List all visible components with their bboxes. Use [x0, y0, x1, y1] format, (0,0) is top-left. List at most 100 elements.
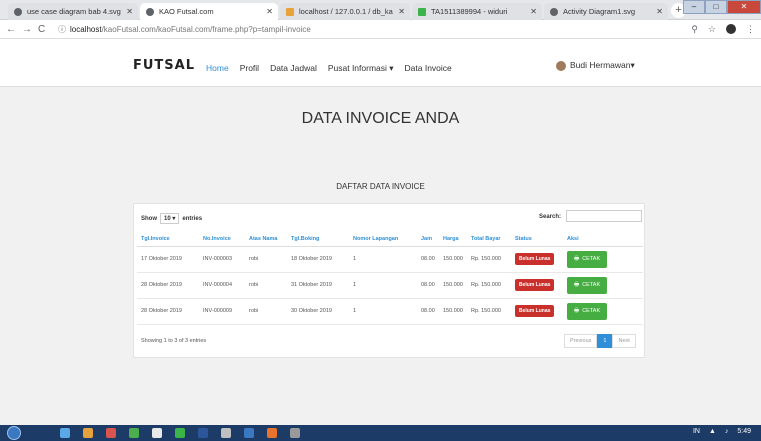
close-tab-icon[interactable]: ✕	[398, 7, 405, 16]
col-atas-nama[interactable]: Atas Nama	[245, 232, 287, 247]
cetak-label: CETAK	[582, 307, 601, 314]
cell-jam: 08.00	[417, 246, 439, 273]
nav-pusat-informasi[interactable]: Pusat Informasi ▾	[328, 63, 394, 74]
col-harga[interactable]: Harga	[439, 232, 467, 247]
tab-title: TA1511389994 - widuri	[431, 7, 508, 16]
col-tgl-invoice[interactable]: Tgl.Invoice	[137, 232, 199, 247]
address-bar: ← → C ⓘ localhost/kaoFutsal.com/kaoFutsal…	[0, 20, 761, 39]
close-tab-icon[interactable]: ✕	[656, 7, 663, 16]
cell-tgl-invoice: 17 Oktober 2019	[137, 246, 199, 273]
nav-data-jadwal[interactable]: Data Jadwal	[270, 63, 317, 74]
start-button[interactable]	[7, 426, 21, 440]
col-jam[interactable]: Jam	[417, 232, 439, 247]
cell-tgl-boking: 30 Oktober 2019	[287, 298, 349, 325]
nav-profil[interactable]: Profil	[240, 63, 259, 74]
phpmyadmin-icon	[286, 7, 294, 16]
language-indicator[interactable]: IN	[693, 428, 700, 435]
cell-jam: 08.00	[417, 272, 439, 299]
ie-icon[interactable]	[60, 428, 70, 438]
pager-previous[interactable]: Previous	[564, 334, 598, 348]
media-icon[interactable]	[106, 428, 116, 438]
zoom-icon[interactable]: ⚲	[691, 24, 698, 35]
nav-data-invoice[interactable]: Data Invoice	[405, 63, 452, 74]
cell-aksi: 🖶 CETAK	[563, 272, 643, 299]
browser-tab-bar: use case diagram bab 4.svg ✕ KAO Futsal.…	[0, 0, 761, 20]
cetak-button[interactable]: 🖶 CETAK	[567, 302, 608, 320]
table-title: DAFTAR DATA INVOICE	[336, 182, 425, 191]
cell-atas-nama: robi	[245, 272, 287, 299]
app-icon[interactable]	[267, 428, 277, 438]
explorer-icon[interactable]	[83, 428, 93, 438]
main-menu: Home Profil Data Jadwal Pusat Informasi …	[206, 63, 463, 74]
entries-length-control: Show 10 ▾ entries	[141, 213, 202, 224]
url-field[interactable]: ⓘ localhost/kaoFutsal.com/kaoFutsal.com/f…	[58, 24, 311, 35]
network-icon[interactable]: ▲	[709, 428, 716, 435]
system-tray: IN ▲ ♪ 5:49	[693, 428, 751, 435]
browser-tab[interactable]: use case diagram bab 4.svg ✕	[8, 3, 138, 20]
cell-total-bayar: Rp. 150.000	[467, 246, 511, 273]
app-icon[interactable]	[244, 428, 254, 438]
cetak-button[interactable]: 🖶 CETAK	[567, 276, 608, 294]
word-icon[interactable]	[198, 428, 208, 438]
app-icon[interactable]	[290, 428, 300, 438]
print-icon: 🖶	[574, 281, 580, 288]
user-name: Budi Hermawan▾	[570, 60, 635, 70]
print-icon: 🖶	[574, 307, 580, 314]
volume-icon[interactable]: ♪	[725, 428, 729, 435]
col-total-bayar[interactable]: Total Bayar	[467, 232, 511, 247]
forward-arrow-icon[interactable]: →	[22, 24, 32, 35]
site-logo[interactable]: FUTSAL	[133, 58, 195, 73]
back-arrow-icon[interactable]: ←	[6, 24, 16, 35]
close-tab-icon[interactable]: ✕	[126, 7, 133, 16]
cell-tgl-boking: 31 Oktober 2019	[287, 272, 349, 299]
cell-jam: 08.00	[417, 298, 439, 325]
reload-icon[interactable]: C	[38, 24, 45, 35]
minimize-icon[interactable]: –	[683, 0, 705, 14]
status-badge: Belum Lunas	[515, 305, 555, 317]
url-host: localhost	[70, 25, 102, 34]
settings-icon[interactable]	[221, 428, 231, 438]
cetak-button[interactable]: 🖶 CETAK	[567, 250, 608, 268]
chrome-tab-icon	[550, 7, 558, 16]
browser-tab[interactable]: localhost / 127.0.0.1 / db_kaofu ✕	[280, 3, 410, 20]
tab-title: KAO Futsal.com	[159, 7, 214, 16]
user-avatar	[556, 60, 566, 71]
entries-label: entries	[182, 215, 203, 222]
cell-no-invoice: INV-000009	[199, 298, 245, 325]
pager-page-1[interactable]: 1	[597, 334, 613, 348]
col-tgl-boking[interactable]: Tgl.Boking	[287, 232, 349, 247]
print-icon: 🖶	[574, 255, 580, 262]
cetak-label: CETAK	[582, 255, 601, 262]
bookmark-star-icon[interactable]: ☆	[708, 24, 716, 35]
col-no-invoice[interactable]: No.Invoice	[199, 232, 245, 247]
invoice-panel: Show 10 ▾ entries Search: Tgl.Invoice No…	[133, 203, 645, 358]
close-tab-icon[interactable]: ✕	[530, 7, 537, 16]
site-info-icon[interactable]: ⓘ	[58, 25, 66, 34]
nav-home[interactable]: Home	[206, 63, 229, 74]
pager-next[interactable]: Next	[612, 334, 636, 348]
entries-select[interactable]: 10 ▾	[160, 213, 180, 224]
os-taskbar: IN ▲ ♪ 5:49	[0, 425, 761, 441]
browser-tab[interactable]: TA1511389994 - widuri ✕	[412, 3, 542, 20]
cell-atas-nama: robi	[245, 246, 287, 273]
search-input[interactable]	[566, 210, 642, 222]
user-menu[interactable]: Budi Hermawan▾	[556, 60, 635, 71]
chevron-down-icon: ▾	[172, 216, 176, 222]
app-icon[interactable]	[129, 428, 139, 438]
col-nomor-lapangan[interactable]: Nomor Lapangan	[349, 232, 417, 247]
whatsapp-taskbar-icon[interactable]	[175, 428, 185, 438]
browser-tab-active[interactable]: KAO Futsal.com ✕	[140, 3, 278, 20]
profile-avatar-icon[interactable]	[726, 24, 736, 34]
close-tab-icon[interactable]: ✕	[266, 7, 273, 16]
window-close-icon[interactable]: ✕	[727, 0, 761, 14]
cell-aksi: 🖶 CETAK	[563, 298, 643, 325]
clock[interactable]: 5:49	[737, 428, 751, 435]
col-status[interactable]: Status	[511, 232, 563, 247]
search-label: Search:	[539, 214, 562, 220]
cell-aksi: 🖶 CETAK	[563, 246, 643, 273]
col-aksi[interactable]: Aksi	[563, 232, 643, 247]
browser-tab[interactable]: Activity Diagram1.svg ✕	[544, 3, 668, 20]
maximize-icon[interactable]: □	[705, 0, 727, 14]
browser-menu-icon[interactable]: ⋮	[746, 24, 755, 35]
chrome-icon[interactable]	[152, 428, 162, 438]
